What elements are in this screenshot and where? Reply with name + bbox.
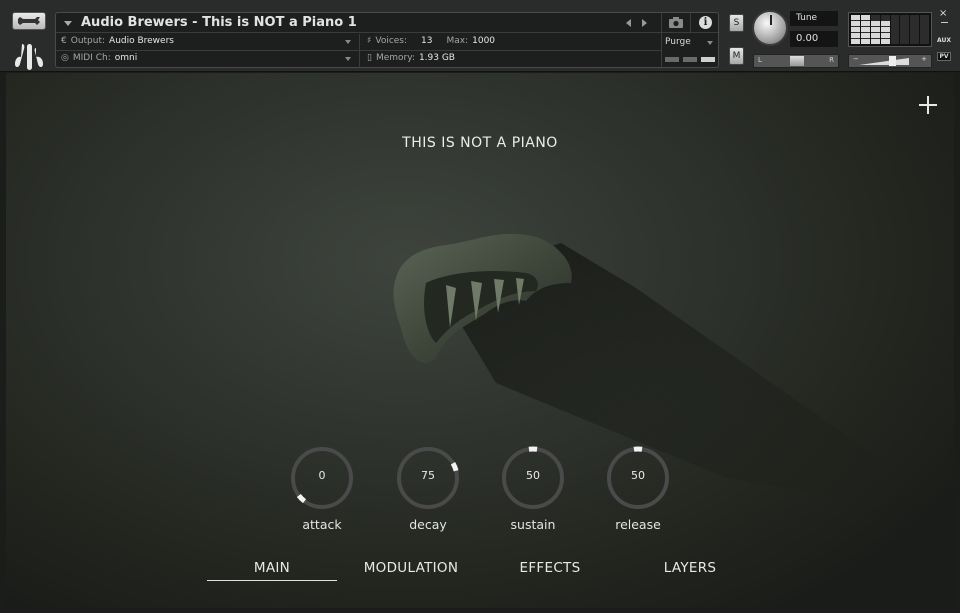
memory-icon: ▯ xyxy=(367,53,372,63)
memory-label: Memory: xyxy=(375,53,415,63)
aux-button[interactable]: AUX xyxy=(937,37,951,44)
pv-button[interactable]: PV xyxy=(937,52,951,61)
midi-label: MIDI Ch: xyxy=(72,53,111,63)
tune-label: Tune xyxy=(790,11,838,26)
solo-button[interactable]: S xyxy=(729,14,744,32)
tune-knob[interactable] xyxy=(752,10,788,46)
release-knob-value: 50 xyxy=(631,469,645,482)
purge-menu[interactable]: Purge xyxy=(665,37,691,47)
next-instrument-arrow-icon[interactable] xyxy=(642,19,647,27)
prev-instrument-arrow-icon[interactable] xyxy=(626,19,631,27)
memory-readout: ▯ Memory: 1.93 GB xyxy=(367,53,455,63)
tab-bar: MAIN MODULATION EFFECTS LAYERS xyxy=(206,554,766,584)
midi-channel-selector[interactable]: ◎ MIDI Ch: omni xyxy=(61,53,137,63)
volume-handle[interactable] xyxy=(889,56,896,66)
sustain-knob[interactable]: 50 xyxy=(500,445,566,511)
active-tab-underline xyxy=(207,580,337,581)
instrument-title[interactable]: Audio Brewers - This is NOT a Piano 1 xyxy=(81,15,357,30)
purge-dropdown-arrow-icon[interactable] xyxy=(707,41,713,45)
tab-effects[interactable]: EFFECTS xyxy=(485,560,615,576)
tune-value[interactable]: 0.00 xyxy=(790,31,838,47)
voices-value: 13 xyxy=(421,36,433,46)
wrench-button[interactable] xyxy=(12,12,46,30)
page-title: THIS IS NOT A PIANO xyxy=(402,135,558,151)
snapshot-button[interactable] xyxy=(662,13,691,33)
volume-slider[interactable]: − + xyxy=(848,54,932,68)
close-icon[interactable]: × xyxy=(939,8,947,19)
voices-label: Voices: xyxy=(375,36,408,46)
minimize-icon[interactable] xyxy=(941,22,948,23)
output-icon: € xyxy=(61,36,67,46)
volume-ramp xyxy=(859,58,909,65)
info-button[interactable]: i xyxy=(691,13,720,33)
output-dropdown-arrow-icon[interactable] xyxy=(345,40,351,44)
tab-main[interactable]: MAIN xyxy=(207,560,337,576)
pan-handle[interactable] xyxy=(790,56,804,66)
panel-divider xyxy=(359,34,360,68)
attack-knob[interactable]: 0 xyxy=(289,445,355,511)
plus-icon[interactable] xyxy=(919,96,937,114)
max-label: Max: xyxy=(446,36,469,46)
instrument-title-row: Audio Brewers - This is NOT a Piano 1 xyxy=(56,13,661,33)
pan-left-label: L xyxy=(758,56,762,64)
mute-button[interactable]: M xyxy=(729,47,744,65)
decay-knob-value: 75 xyxy=(421,469,435,482)
output-selector[interactable]: € Output: Audio Brewers xyxy=(61,36,174,46)
logo-icon xyxy=(15,44,43,70)
kontakt-header: Audio Brewers - This is NOT a Piano 1 € … xyxy=(0,0,960,72)
output-level-meter xyxy=(848,12,932,47)
pan-right-label: R xyxy=(829,56,834,64)
wrench-icon xyxy=(18,17,40,25)
instrument-gui: THIS IS NOT A PIANO MAIN MODULATION EFFE… xyxy=(6,73,954,608)
camera-icon xyxy=(669,17,683,28)
decay-knob[interactable]: 75 xyxy=(395,445,461,511)
decay-knob-label: decay xyxy=(409,517,447,532)
midi-icon: ◎ xyxy=(61,53,69,63)
pan-slider[interactable]: L R xyxy=(753,54,839,68)
attack-knob-label: attack xyxy=(302,517,342,532)
volume-plus-label: + xyxy=(921,55,927,63)
instrument-panel: Audio Brewers - This is NOT a Piano 1 € … xyxy=(55,12,720,69)
max-voices-value[interactable]: 1000 xyxy=(472,36,495,46)
release-knob[interactable]: 50 xyxy=(605,445,671,511)
tab-modulation[interactable]: MODULATION xyxy=(346,560,476,576)
info-icon: i xyxy=(699,16,712,29)
tune-knob-indicator xyxy=(770,15,772,25)
midi-dropdown-arrow-icon[interactable] xyxy=(345,57,351,61)
instrument-side-controls: i Purge xyxy=(661,13,720,69)
release-knob-label: release xyxy=(615,517,661,532)
sustain-knob-label: sustain xyxy=(510,517,556,532)
memory-value: 1.93 GB xyxy=(418,53,455,63)
output-label: Output: xyxy=(70,36,106,46)
purge-indicator xyxy=(665,57,715,62)
attack-knob-indicator xyxy=(296,493,307,504)
voices-icon: ♯ xyxy=(367,36,372,46)
tab-layers[interactable]: LAYERS xyxy=(625,560,755,576)
voices-readout: ♯ Voices: 13 Max: 1000 xyxy=(367,36,495,46)
attack-knob-value: 0 xyxy=(318,469,326,482)
output-value: Audio Brewers xyxy=(109,36,174,46)
collapse-triangle-icon[interactable] xyxy=(64,21,72,26)
sustain-knob-value: 50 xyxy=(526,469,540,482)
midi-value: omni xyxy=(114,53,138,63)
volume-minus-label: − xyxy=(853,55,859,63)
